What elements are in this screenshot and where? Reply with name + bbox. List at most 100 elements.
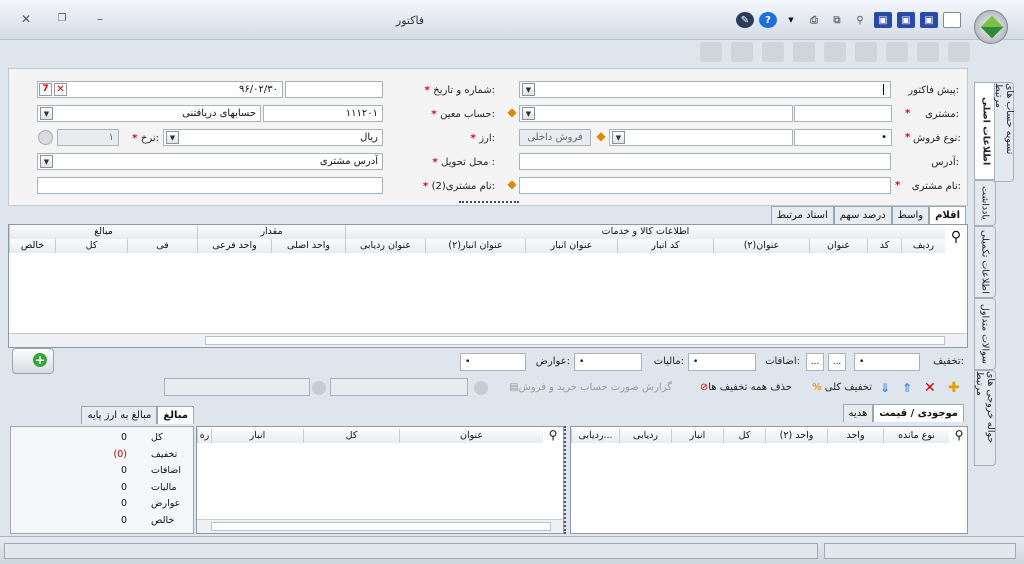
tax-input[interactable]: •	[574, 353, 642, 371]
remove-all-discounts-button[interactable]: ⊘حذف همه تخفیف ها	[678, 382, 792, 393]
tab-share-percent[interactable]: درصد سهم	[833, 206, 892, 224]
filter-icon[interactable]	[762, 42, 784, 62]
total-discount-button[interactable]: % تخفیف کلی	[798, 382, 872, 393]
save-new-icon[interactable]: ▣	[897, 12, 915, 28]
customer-dropdown[interactable]: ▼	[522, 107, 535, 120]
duties-input[interactable]: •	[460, 353, 526, 371]
delete-record-icon[interactable]	[917, 42, 939, 62]
next-icon[interactable]	[824, 42, 846, 62]
delivery-place-dropdown[interactable]: ▼	[40, 155, 53, 168]
stock-grid[interactable]: ردیابی... ردیابی انبار کل واحد (۲) واحد …	[570, 426, 968, 534]
col-main-unit[interactable]: واحد اصلی	[271, 239, 345, 253]
customer-code-input[interactable]	[794, 105, 892, 122]
wh-col-title[interactable]: عنوان	[399, 429, 543, 443]
invoice-date-input[interactable]: ۹۶/۰۲/۳۰	[37, 81, 283, 98]
col-total[interactable]: کل	[55, 239, 127, 253]
tab-amounts[interactable]: مبالغ	[157, 406, 194, 424]
col-unit-price[interactable]: فی	[127, 239, 197, 253]
previous-icon[interactable]	[793, 42, 815, 62]
move-up-icon[interactable]: ⇑	[902, 380, 918, 396]
account-code-input[interactable]: ۱۱۱۲۰۱	[263, 105, 383, 122]
warehouse-search-icon[interactable]: ⚲	[545, 428, 561, 444]
add-discount-icon[interactable]: ✚	[948, 380, 964, 396]
col-sub-unit[interactable]: واحد فرعی	[197, 239, 271, 253]
side-tab-faq[interactable]: سوالات متداول	[974, 298, 996, 370]
items-hscrollbar[interactable]	[9, 333, 967, 347]
tab-stock-price[interactable]: موجودی / قیمت	[873, 404, 964, 422]
move-down-icon[interactable]: ⇓	[880, 380, 896, 396]
tab-base-currency-amounts[interactable]: مبالغ به ارز پایه	[81, 406, 158, 424]
attach-icon[interactable]: ⚲	[851, 12, 869, 28]
currency-input[interactable]: ریال	[163, 129, 383, 146]
calendar-icon[interactable]: 7	[39, 83, 52, 96]
help-icon[interactable]: ?	[759, 12, 777, 28]
items-grid[interactable]: مبالغ مقدار اطلاعات کالا و خدمات خالص کل…	[8, 224, 968, 348]
col-title[interactable]: عنوان	[809, 239, 867, 253]
side-tab-extra-info[interactable]: اطلاعات تکمیلی	[974, 226, 996, 298]
customer-name-input[interactable]	[519, 105, 793, 122]
side-tab-notes[interactable]: یادداشت	[974, 180, 996, 226]
link-icon-2[interactable]	[474, 381, 488, 395]
stock-col-unit-2[interactable]: واحد (۲)	[765, 429, 827, 443]
delete-discount-icon[interactable]: ✕	[924, 380, 940, 396]
restore-icon[interactable]: ❐	[54, 12, 70, 26]
customer-name-2b-input[interactable]	[37, 177, 383, 194]
grid-splitter[interactable]	[564, 426, 570, 534]
report-button[interactable]: ▤گزارش صورت حساب خرید و فروش	[496, 382, 672, 393]
chevron-down-icon[interactable]: ▼	[782, 12, 800, 28]
barcode-icon[interactable]	[700, 42, 722, 62]
scroll-thumb[interactable]	[205, 336, 945, 345]
invoice-number-input[interactable]	[285, 81, 383, 98]
splitter-handle[interactable]	[459, 201, 519, 205]
col-warehouse-title[interactable]: عنوان انبار	[525, 239, 617, 253]
sale-type-dropdown[interactable]: ▼	[612, 131, 625, 144]
new-document-icon[interactable]	[943, 12, 961, 28]
stock-col-warehouse[interactable]: انبار	[671, 429, 723, 443]
col-net[interactable]: خالص	[9, 239, 55, 253]
account-dropdown[interactable]: ▼	[40, 107, 53, 120]
link-icon-1[interactable]	[312, 381, 326, 395]
minimize-icon[interactable]: –	[92, 12, 108, 26]
delivery-place-input[interactable]: آدرس مشتری	[37, 153, 383, 170]
discount-more-button[interactable]: ...	[828, 353, 846, 371]
additions-input[interactable]: •	[688, 353, 756, 371]
wh-col-extra[interactable]: ره	[197, 429, 211, 443]
stock-col-tracking[interactable]: ردیابی	[619, 429, 671, 443]
col-title-2[interactable]: عنوان(۲)	[713, 239, 809, 253]
tab-related-documents[interactable]: اسناد مرتبط	[770, 206, 834, 224]
currency-dropdown[interactable]: ▼	[166, 131, 179, 144]
col-tracking-title[interactable]: عنوان ردیابی	[345, 239, 425, 253]
stock-col-tracking-more[interactable]: ردیابی...	[571, 429, 619, 443]
col-warehouse-title-2[interactable]: عنوان انبار(۲)	[425, 239, 525, 253]
tab-items[interactable]: اقلام	[929, 206, 966, 224]
warehouse-scroll-thumb[interactable]	[211, 522, 551, 531]
sale-type-name-input[interactable]	[609, 129, 793, 146]
copy-icon[interactable]: ⧉	[828, 12, 846, 28]
warehouse-grid[interactable]: ره انبار کل عنوان ⚲	[196, 426, 564, 534]
database-icon[interactable]	[731, 42, 753, 62]
customer-name-2-input[interactable]	[519, 177, 891, 194]
account-name-input[interactable]: حسابهای دریافتنی	[37, 105, 261, 122]
save-icon[interactable]: ▣	[920, 12, 938, 28]
save-close-icon[interactable]: ▣	[874, 12, 892, 28]
tools-icon[interactable]: ✎	[736, 12, 754, 28]
print-icon[interactable]: ⎙	[805, 12, 823, 28]
copy-record-icon[interactable]	[886, 42, 908, 62]
pre-invoice-input[interactable]	[519, 81, 891, 98]
wh-col-total[interactable]: کل	[303, 429, 399, 443]
address-input[interactable]	[519, 153, 891, 170]
discount-input[interactable]: •	[854, 353, 920, 371]
wh-col-warehouse[interactable]: انبار	[211, 429, 303, 443]
col-row[interactable]: ردیف	[901, 239, 945, 253]
side-tab-related-dispatches[interactable]: حواله خروجی های مرتبط	[974, 370, 996, 466]
blank-record-icon[interactable]	[948, 42, 970, 62]
clear-date-icon[interactable]: ✕	[54, 83, 67, 96]
warehouse-hscrollbar[interactable]	[197, 519, 563, 533]
col-code[interactable]: کد	[867, 239, 901, 253]
tab-gift[interactable]: هدیه	[842, 404, 874, 422]
settings-icon[interactable]	[855, 42, 877, 62]
sale-type-code-input[interactable]: •	[794, 129, 892, 146]
tab-intermediary[interactable]: واسط	[891, 206, 930, 224]
stock-search-icon[interactable]: ⚲	[951, 428, 967, 444]
search-icon[interactable]: ⚲	[947, 229, 965, 251]
